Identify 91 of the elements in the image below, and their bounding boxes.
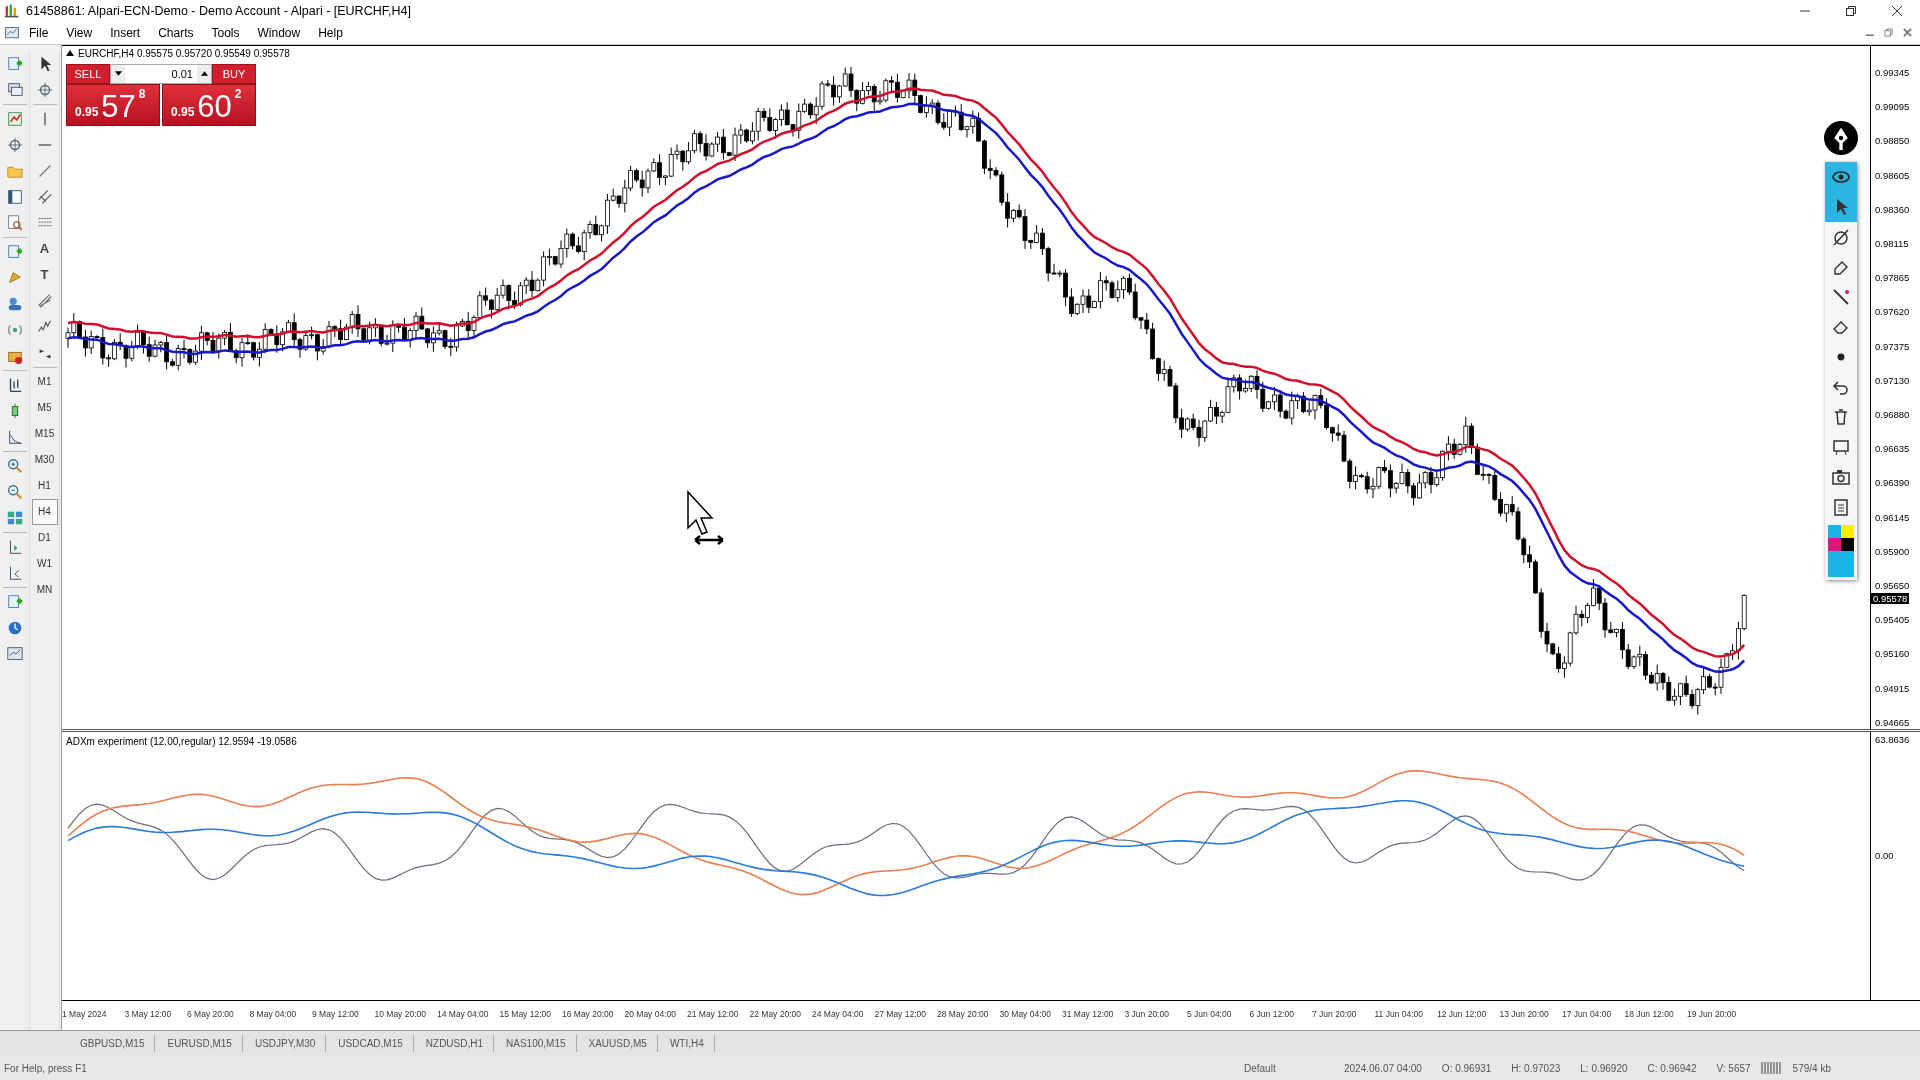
menu-item[interactable]: Insert bbox=[101, 23, 150, 42]
status-volume: V: 5657 bbox=[1715, 1062, 1752, 1074]
chart-tab[interactable]: WTI,H4 bbox=[659, 1035, 715, 1053]
menu-item[interactable]: Window bbox=[248, 23, 310, 42]
chart-tab[interactable]: XAUUSD,M5 bbox=[578, 1035, 658, 1053]
time-label: 5 Jun 04:00 bbox=[1187, 1008, 1233, 1019]
status-close: C: 0.96942 bbox=[1646, 1062, 1698, 1074]
time-label: 17 Jun 04:00 bbox=[1562, 1008, 1613, 1019]
time-label: 15 May 12:00 bbox=[499, 1008, 552, 1019]
time-label: 10 May 20:00 bbox=[374, 1008, 427, 1019]
time-label: 3 Jun 20:00 bbox=[1124, 1008, 1170, 1019]
chart-tab[interactable]: USDCAD,M15 bbox=[328, 1035, 414, 1053]
indicator-label: ADXm experiment (12.00,regular) 12.9594 -19.0586 bbox=[66, 735, 297, 747]
time-label: 1 May 2024 bbox=[62, 1008, 108, 1019]
chart-tab[interactable]: USDJPY,M30 bbox=[244, 1035, 327, 1053]
price-label: 0.96145 bbox=[1875, 511, 1910, 523]
price-label: 0.97620 bbox=[1875, 306, 1910, 318]
price-label: 0.97375 bbox=[1875, 340, 1910, 352]
time-label: 21 May 12:00 bbox=[687, 1008, 740, 1019]
time-label: 6 Jun 12:00 bbox=[1249, 1008, 1295, 1019]
buy-button[interactable]: BUY bbox=[212, 63, 256, 84]
time-label: 20 May 04:00 bbox=[624, 1008, 677, 1019]
time-label: 13 Jun 20:00 bbox=[1499, 1008, 1550, 1019]
price-label: 0.95405 bbox=[1875, 614, 1910, 626]
timeframe-button[interactable]: M1 bbox=[31, 368, 58, 395]
sell-button[interactable]: SELL bbox=[66, 63, 110, 84]
status-low: L: 0.96920 bbox=[1579, 1062, 1629, 1074]
time-label: 18 Jun 12:00 bbox=[1624, 1008, 1675, 1019]
price-label: 0.97865 bbox=[1875, 272, 1910, 284]
price-label: 0.95900 bbox=[1875, 545, 1910, 557]
current-price-label: 0.95578 bbox=[1871, 592, 1910, 604]
price-label: 0.98605 bbox=[1875, 169, 1910, 181]
time-label: 19 Jun 20:00 bbox=[1687, 1008, 1738, 1019]
price-label: 0.95650 bbox=[1875, 579, 1910, 591]
price-label: 0.98115 bbox=[1875, 237, 1909, 249]
time-label: 11 Jun 04:00 bbox=[1374, 1008, 1425, 1019]
status-high: H: 0.97023 bbox=[1510, 1062, 1562, 1074]
menu-item[interactable]: File bbox=[20, 23, 58, 42]
timeframe-button[interactable]: MN bbox=[31, 576, 58, 603]
timeframe-button[interactable]: H1 bbox=[31, 472, 58, 499]
time-label: 14 May 04:00 bbox=[437, 1008, 490, 1019]
chart-symbol-info: EURCHF,H4 0.95575 0.95720 0.95549 0.95578 bbox=[78, 47, 290, 59]
timeframe-button[interactable]: W1 bbox=[31, 550, 58, 577]
help-text: For Help, press F1 bbox=[4, 1062, 88, 1074]
text-tool[interactable]: T bbox=[40, 267, 49, 283]
price-label: 0.94665 bbox=[1875, 716, 1910, 728]
time-label: 28 May 20:00 bbox=[937, 1008, 990, 1019]
chart-tab[interactable]: NAS100,M15 bbox=[496, 1035, 577, 1053]
menu-item[interactable]: Help bbox=[309, 23, 352, 42]
price-label: 0.97130 bbox=[1875, 374, 1910, 386]
price-label: 0.96880 bbox=[1875, 408, 1910, 420]
lot-size-field[interactable]: 0.01 bbox=[110, 63, 212, 84]
menu-item[interactable]: View bbox=[57, 23, 102, 42]
price-label: 0.99095 bbox=[1875, 101, 1910, 113]
time-label: 27 May 12:00 bbox=[874, 1008, 927, 1019]
timeframe-button[interactable]: D1 bbox=[31, 524, 58, 551]
timeframe-button[interactable]: M30 bbox=[31, 446, 58, 473]
time-label: 6 May 20:00 bbox=[187, 1008, 235, 1019]
time-label: 9 May 12:00 bbox=[312, 1008, 360, 1019]
timeframe-button[interactable]: H4 bbox=[31, 498, 58, 525]
price-label: 0.99345 bbox=[1875, 66, 1910, 78]
menu-item[interactable]: Tools bbox=[202, 23, 249, 42]
timeframe-button[interactable]: M15 bbox=[31, 420, 58, 447]
time-label: 12 Jun 12:00 bbox=[1437, 1008, 1488, 1019]
indicator-scale-label: 63.8636 bbox=[1875, 733, 1910, 745]
chart-tab[interactable]: GBPUSD,M15 bbox=[70, 1035, 156, 1053]
chart-tab[interactable]: NZDUSD,H1 bbox=[415, 1035, 495, 1053]
time-label: 8 May 04:00 bbox=[249, 1008, 298, 1019]
traffic-info: 579/4 kb bbox=[1791, 1062, 1832, 1074]
price-label: 0.96635 bbox=[1875, 443, 1910, 455]
menu-item[interactable]: Charts bbox=[149, 23, 203, 42]
price-label: 0.96390 bbox=[1875, 477, 1910, 489]
price-label: 0.94915 bbox=[1875, 682, 1910, 694]
time-label: 7 Jun 20:00 bbox=[1312, 1008, 1358, 1019]
time-label: 24 May 04:00 bbox=[812, 1008, 865, 1019]
text-tool[interactable]: A bbox=[39, 241, 50, 257]
status-time: 2024.06.07 04:00 bbox=[1343, 1062, 1423, 1074]
price-label: 0.98850 bbox=[1875, 135, 1910, 147]
time-label: 22 May 20:00 bbox=[749, 1008, 802, 1019]
time-label: 31 May 12:00 bbox=[1062, 1008, 1115, 1019]
time-label: 30 May 04:00 bbox=[999, 1008, 1052, 1019]
time-label: 16 May 20:00 bbox=[562, 1008, 615, 1019]
price-label: 0.98360 bbox=[1875, 203, 1910, 215]
chart-tab[interactable]: EURUSD,M15 bbox=[157, 1035, 243, 1053]
time-label: 3 May 12:00 bbox=[124, 1008, 173, 1019]
profile-name: Default bbox=[1243, 1062, 1277, 1074]
timeframe-button[interactable]: M5 bbox=[31, 394, 58, 421]
window-title: 61458861: Alpari-ECN-Demo - Demo Account - Alpari - [EURCHF,H4] bbox=[26, 4, 412, 18]
indicator-scale-label: 0.00 bbox=[1875, 849, 1894, 861]
status-open: O: 0.96931 bbox=[1440, 1062, 1493, 1074]
price-label: 0.95160 bbox=[1875, 648, 1910, 660]
